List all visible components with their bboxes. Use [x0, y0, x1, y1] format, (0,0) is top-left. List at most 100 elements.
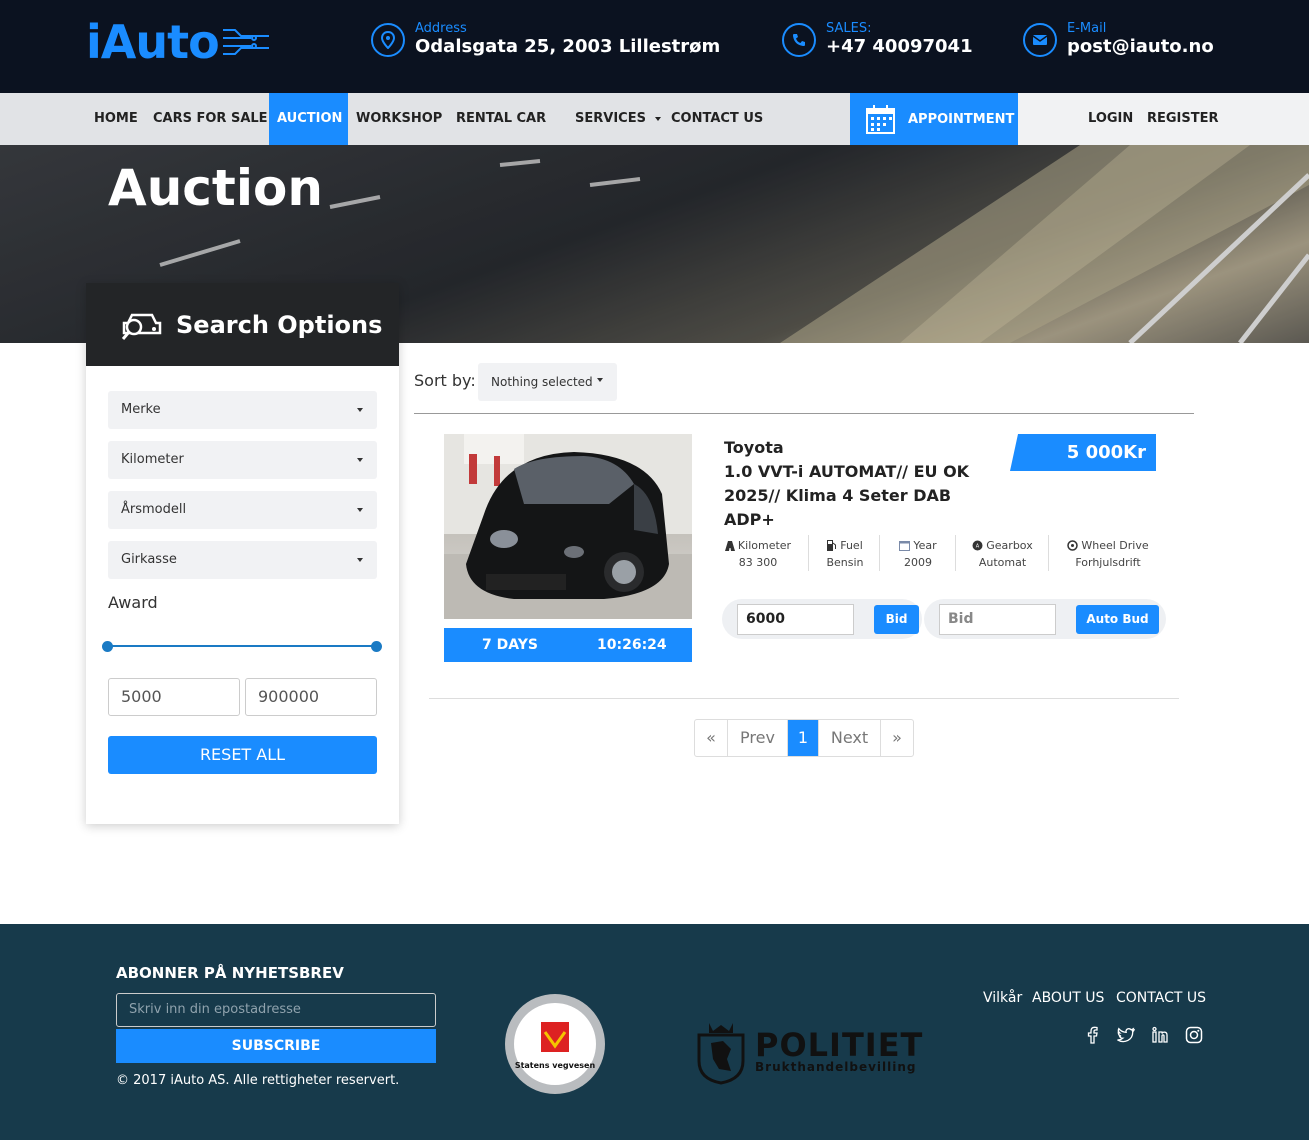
location-pin-icon	[371, 23, 405, 57]
pagination-last[interactable]: »	[881, 720, 913, 756]
pagination-page-1[interactable]: 1	[788, 720, 819, 756]
wheel-icon	[1067, 540, 1079, 551]
caret-down-icon	[357, 408, 363, 412]
contact-address-label: Address	[415, 21, 467, 36]
nav-contact-us[interactable]: CONTACT US	[663, 93, 771, 145]
fuel-icon	[827, 540, 837, 551]
nav-account: LOGIN REGISTER	[1018, 93, 1309, 145]
statens-vegvesen-badge: GODKJENT AV Statens vegvesen	[505, 994, 605, 1094]
pagination-prev[interactable]: Prev	[728, 720, 788, 756]
login-link[interactable]: LOGIN	[1080, 93, 1141, 145]
nav-workshop[interactable]: WORKSHOP	[348, 93, 450, 145]
countdown-days: 7 DAYS	[482, 637, 538, 653]
bid-input[interactable]: 6000	[737, 604, 854, 635]
nav-home[interactable]: HOME	[86, 93, 146, 145]
search-options-title: Search Options	[176, 310, 383, 339]
filter-merke[interactable]: Merke	[108, 391, 377, 429]
divider	[955, 535, 956, 571]
filter-arsmodell[interactable]: Årsmodell	[108, 491, 377, 529]
logo[interactable]: iAuto	[86, 14, 271, 70]
divider	[429, 698, 1179, 699]
car-title[interactable]: Toyota 1.0 VVT-i AUTOMAT// EU OK 2025// …	[724, 436, 1004, 532]
contact-sales: SALES: +47 40097041	[782, 22, 973, 58]
facebook-icon[interactable]	[1084, 1026, 1102, 1044]
chevron-down-icon	[655, 116, 662, 121]
contact-address: Address Odalsgata 25, 2003 Lillestrøm	[371, 22, 720, 58]
appointment-button[interactable]: APPOINTMENT	[850, 93, 1018, 145]
filter-kilometer-label: Kilometer	[121, 452, 184, 467]
spec-fuel-value: Bensin	[826, 556, 864, 569]
spec-year-label: Year	[913, 539, 937, 552]
contact-sales-value[interactable]: +47 40097041	[826, 36, 973, 58]
divider	[1048, 535, 1049, 571]
spec-kilometer-label: Kilometer	[737, 539, 792, 552]
page-title: Auction	[108, 159, 323, 217]
sort-select[interactable]: Nothing selected	[478, 363, 617, 401]
spec-kilometer-value: 83 300	[738, 556, 778, 569]
contact-email-value[interactable]: post@iauto.no	[1067, 36, 1214, 58]
search-options-header: Search Options	[86, 283, 399, 366]
newsletter-email-input[interactable]: Skriv inn din epostadresse	[116, 993, 436, 1027]
bid-button[interactable]: Bid	[874, 605, 919, 634]
logo-text: iAuto	[86, 15, 220, 69]
nav-cars-for-sale[interactable]: CARS FOR SALE	[145, 93, 276, 145]
contact-email-label: E-Mail	[1067, 21, 1107, 36]
nav-services[interactable]: SERVICES	[567, 93, 669, 145]
filter-kilometer[interactable]: Kilometer	[108, 441, 377, 479]
politiet-title: POLITIET	[755, 1026, 924, 1064]
auto-bid-input[interactable]: Bid	[939, 604, 1056, 635]
svg-text:A: A	[976, 544, 980, 550]
car-title-line2: 1.0 VVT-i AUTOMAT// EU OK	[724, 462, 970, 481]
car-image	[444, 434, 692, 619]
main-nav: HOME CARS FOR SALE AUCTION WORKSHOP RENT…	[0, 93, 1309, 145]
car-search-icon	[121, 313, 162, 340]
contact-email: E-Mail post@iauto.no	[1023, 22, 1214, 58]
countdown-timer: 7 DAYS 10:26:24	[444, 628, 692, 662]
circuit-logo-icon	[222, 29, 269, 55]
countdown-time: 10:26:24	[597, 637, 667, 653]
spec-gearbox-value: Automat	[978, 556, 1027, 569]
phone-icon	[782, 23, 816, 57]
caret-down-icon	[357, 558, 363, 562]
appointment-label: APPOINTMENT	[908, 111, 1015, 127]
spec-gearbox: A Gearbox Automat	[965, 537, 1040, 571]
caret-down-icon	[357, 508, 363, 512]
nav-services-label: SERVICES	[575, 111, 646, 126]
pagination-next[interactable]: Next	[819, 720, 881, 756]
subscribe-button[interactable]: SUBSCRIBE	[116, 1029, 436, 1063]
footer-link-vilkar[interactable]: Vilkår	[983, 990, 1022, 1006]
award-max-input[interactable]: 900000	[245, 678, 377, 716]
nav-rental-car[interactable]: RENTAL CAR	[448, 93, 554, 145]
footer-link-about-us[interactable]: ABOUT US	[1032, 990, 1104, 1006]
caret-down-icon	[597, 378, 603, 382]
spec-fuel-label: Fuel	[840, 539, 863, 552]
footer-link-contact-us[interactable]: CONTACT US	[1116, 990, 1206, 1006]
divider	[808, 535, 809, 571]
award-slider-max-handle[interactable]	[371, 641, 382, 652]
road-icon	[724, 540, 735, 551]
contact-address-value: Odalsgata 25, 2003 Lillestrøm	[415, 36, 721, 57]
price-tag: 5 000Kr	[1010, 434, 1156, 471]
caret-down-icon	[357, 458, 363, 462]
mail-icon	[1023, 23, 1057, 57]
register-link[interactable]: REGISTER	[1139, 93, 1227, 145]
pagination-first[interactable]: «	[695, 720, 728, 756]
pagination: « Prev 1 Next »	[694, 719, 914, 757]
award-min-input[interactable]: 5000	[108, 678, 240, 716]
spec-kilometer: Kilometer 83 300	[722, 537, 794, 571]
auto-bid-button[interactable]: Auto Bud	[1076, 605, 1159, 634]
reset-all-button[interactable]: RESET ALL	[108, 736, 377, 774]
divider	[879, 535, 880, 571]
award-slider-min-handle[interactable]	[102, 641, 113, 652]
filter-girkasse[interactable]: Girkasse	[108, 541, 377, 579]
instagram-icon[interactable]	[1185, 1026, 1203, 1044]
svg-text:Statens vegvesen: Statens vegvesen	[515, 1061, 596, 1070]
newsletter-title: ABONNER PÅ NYHETSBREV	[116, 964, 344, 982]
nav-auction[interactable]: AUCTION	[269, 93, 348, 145]
twitter-icon[interactable]	[1117, 1026, 1135, 1044]
award-slider-track[interactable]	[108, 645, 377, 647]
car-photo[interactable]	[444, 434, 692, 619]
linkedin-icon[interactable]	[1151, 1026, 1169, 1044]
sort-select-value: Nothing selected	[491, 375, 593, 389]
coat-of-arms-icon	[697, 1023, 745, 1085]
